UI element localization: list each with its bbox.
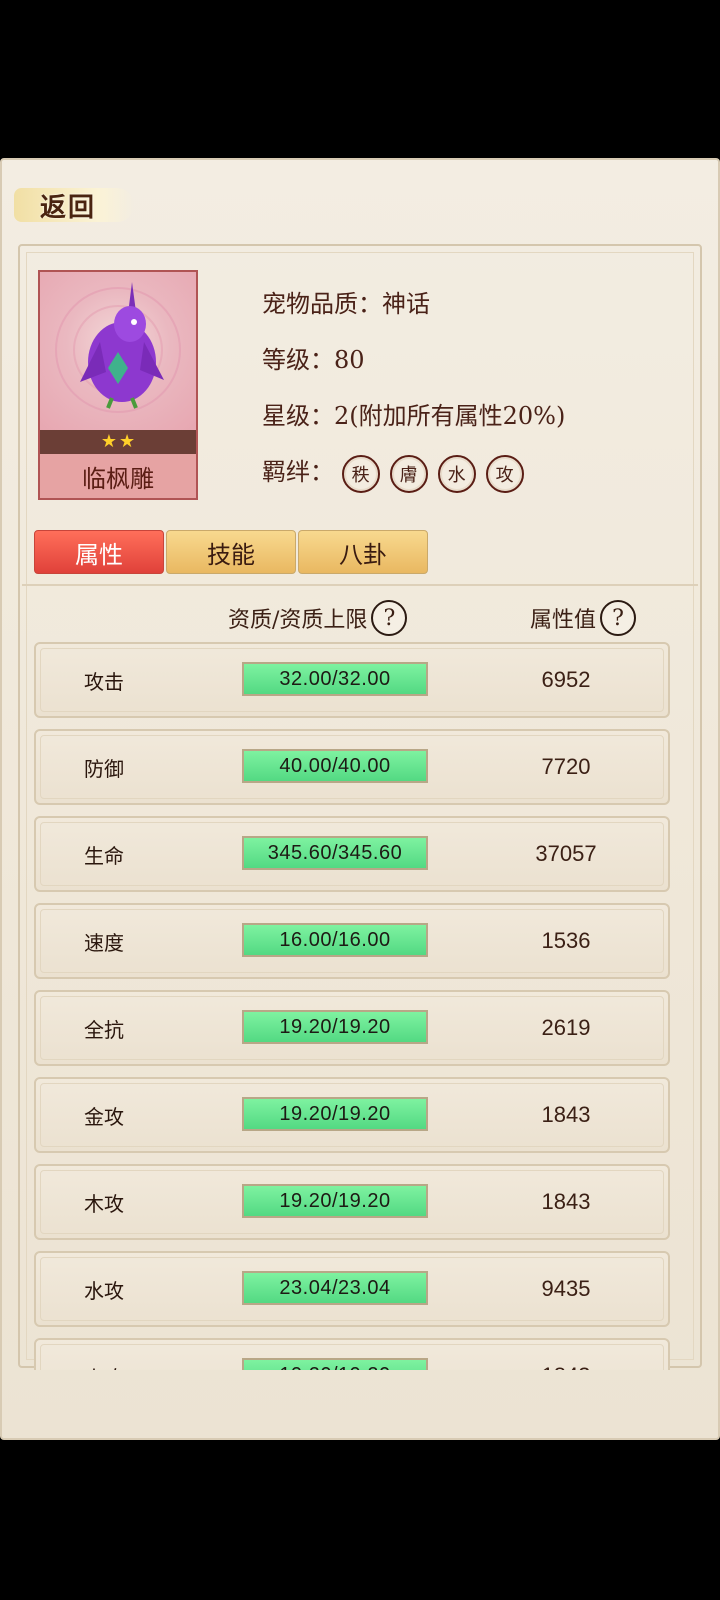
row-label: 速度 xyxy=(84,930,124,955)
star-rating: ★ ★ xyxy=(40,430,196,454)
aptitude-value: 19.20/19.20 xyxy=(242,1184,428,1218)
quality-value: 神话 xyxy=(382,290,430,318)
back-button-label: 返回 xyxy=(40,192,97,223)
tab-bar: 属性 技能 八卦 xyxy=(34,530,430,576)
tab-attributes[interactable]: 属性 xyxy=(34,530,164,574)
aptitude-value: 40.00/40.00 xyxy=(242,749,428,783)
table-row: 水攻 23.04/23.04 9435 xyxy=(34,1251,670,1327)
row-label: 全抗 xyxy=(84,1017,124,1042)
attribute-value: 6952 xyxy=(541,667,591,692)
table-row: 火攻 19.20/19.20 1843 xyxy=(34,1338,670,1370)
table-row: 全抗 19.20/19.20 2619 xyxy=(34,990,670,1066)
row-label: 木攻 xyxy=(84,1191,124,1216)
table-row: 攻击 32.00/32.00 6952 xyxy=(34,642,670,718)
bond-label: 羁绊： xyxy=(262,458,334,486)
attribute-value: 1843 xyxy=(506,1340,626,1370)
tab-skills[interactable]: 技能 xyxy=(166,530,296,574)
star-line: 星级：2(附加所有属性20%) xyxy=(262,396,565,431)
table-row: 金攻 19.20/19.20 1843 xyxy=(34,1077,670,1153)
row-label: 生命 xyxy=(84,843,124,868)
star-level-label: 星级： xyxy=(262,402,334,430)
level-value: 80 xyxy=(334,346,365,374)
table-row: 防御 40.00/40.00 7720 xyxy=(34,729,670,805)
attribute-value: 7720 xyxy=(541,754,591,779)
bond-chip[interactable]: 膚 xyxy=(389,454,428,493)
row-label: 攻击 xyxy=(84,669,124,694)
attribute-value: 2619 xyxy=(541,1015,591,1040)
aptitude-value: 16.00/16.00 xyxy=(242,923,428,957)
level-line: 等级：80 xyxy=(262,340,365,375)
bond-chip[interactable]: 秩 xyxy=(341,454,380,493)
star-icon: ★ xyxy=(119,431,136,452)
star-icon: ★ xyxy=(100,431,117,452)
table-row: 速度 16.00/16.00 1536 xyxy=(34,903,670,979)
quality-line: 宠物品质：神话 xyxy=(262,284,430,319)
aptitude-value: 19.20/19.20 xyxy=(242,1010,428,1044)
aptitude-value: 345.60/345.60 xyxy=(242,836,428,870)
row-label: 水攻 xyxy=(84,1278,124,1303)
aptitude-value: 19.20/19.20 xyxy=(242,1358,428,1370)
attribute-value: 37057 xyxy=(535,841,597,866)
table-row: 木攻 19.20/19.20 1843 xyxy=(34,1164,670,1240)
bond-chip[interactable]: 水 xyxy=(437,454,476,493)
tab-bagua[interactable]: 八卦 xyxy=(298,530,428,574)
table-row: 生命 345.60/345.60 37057 xyxy=(34,816,670,892)
attribute-value: 1536 xyxy=(541,928,591,953)
attribute-value: 1843 xyxy=(541,1189,591,1214)
aptitude-value: 23.04/23.04 xyxy=(242,1271,428,1305)
bond-chip[interactable]: 攻 xyxy=(485,454,524,493)
level-label: 等级： xyxy=(262,346,334,374)
aptitude-value: 32.00/32.00 xyxy=(242,662,428,696)
attribute-list[interactable]: 攻击 32.00/32.00 6952 防御 40.00/40.00 7720 … xyxy=(22,584,698,1370)
pet-portrait[interactable]: ★ ★ 临枫雕 xyxy=(38,270,198,500)
quality-label: 宠物品质： xyxy=(262,290,382,318)
row-label: 金攻 xyxy=(84,1104,124,1129)
attribute-value: 1843 xyxy=(541,1102,591,1127)
row-label: 火攻 xyxy=(84,1340,124,1371)
star-level-value: 2(附加所有属性20%) xyxy=(334,402,566,430)
row-label: 防御 xyxy=(84,756,124,781)
back-button[interactable]: 返回 xyxy=(14,168,134,234)
pet-avatar xyxy=(40,272,196,430)
aptitude-value: 19.20/19.20 xyxy=(242,1097,428,1131)
pet-name: 临枫雕 xyxy=(40,454,196,498)
bond-line: 羁绊： 秩膚水攻 xyxy=(262,452,534,493)
attribute-value: 9435 xyxy=(541,1276,591,1301)
